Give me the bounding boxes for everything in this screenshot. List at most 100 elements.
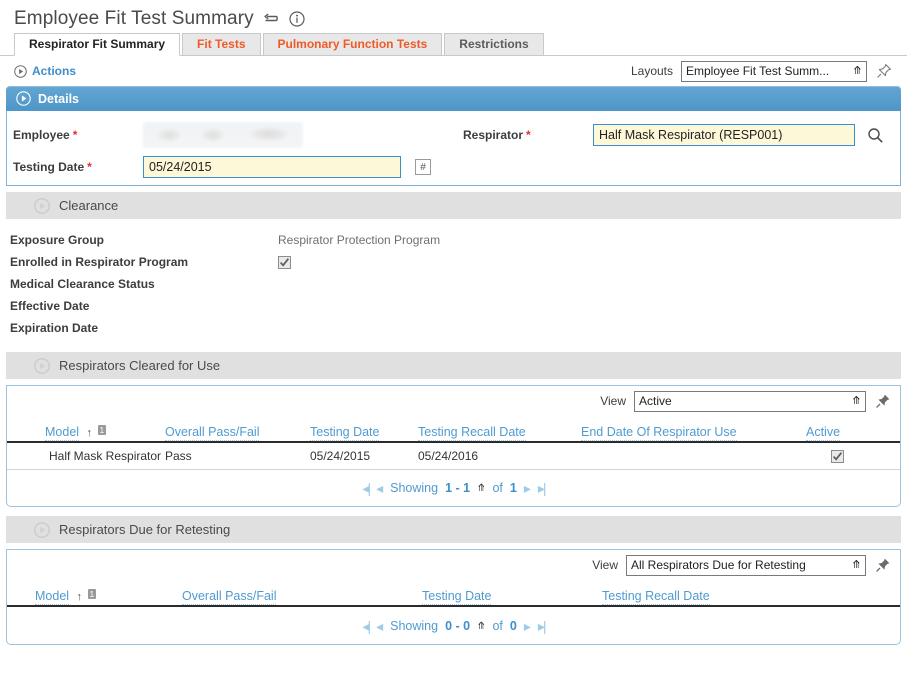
- search-icon[interactable]: [867, 127, 884, 144]
- expand-toggle-icon[interactable]: [16, 91, 31, 106]
- retesting-grid-pager: ◂| ◂ Showing 0 - 0 ⤊ of 0 ▸ ▸|: [7, 608, 900, 644]
- previous-page-button[interactable]: ◂: [376, 481, 383, 495]
- cleared-section-header[interactable]: Respirators Cleared for Use: [6, 352, 901, 379]
- actions-toolbar: Actions Layouts Employee Fit Test Summ..…: [0, 56, 907, 84]
- pin-filled-icon[interactable]: [874, 392, 892, 410]
- cleared-view-select[interactable]: Active ⤊: [634, 391, 866, 412]
- details-section-body: Employee* Respirator* Half Mask Respirat…: [6, 111, 901, 186]
- employee-value-redacted[interactable]: [143, 122, 303, 148]
- page-title: Employee Fit Test Summary: [14, 8, 254, 30]
- expand-toggle-icon[interactable]: [34, 358, 50, 374]
- sort-order-badge: 1: [98, 425, 107, 435]
- column-header-end-date-of-respirator-use[interactable]: End Date Of Respirator Use: [581, 425, 806, 441]
- layouts-select-value: Employee Fit Test Summ...: [686, 64, 847, 78]
- details-section-title: Details: [38, 92, 79, 106]
- cleared-grid-pager: ◂| ◂ Showing 1 - 1 ⤊ of 1 ▸ ▸|: [7, 470, 900, 506]
- chevron-down-icon: ⤊: [853, 66, 862, 77]
- chevron-down-icon[interactable]: ⤊: [477, 621, 485, 632]
- layouts-controls: Layouts Employee Fit Test Summ... ⤊: [631, 61, 893, 82]
- details-row-1: Employee* Respirator* Half Mask Respirat…: [7, 121, 900, 149]
- chevron-down-icon: ⤊: [852, 396, 861, 407]
- expiration-date-label: Expiration Date: [10, 321, 278, 335]
- retesting-grid-toolbar: View All Respirators Due for Retesting ⤊: [7, 550, 900, 580]
- next-page-button[interactable]: ▸: [524, 481, 531, 495]
- layouts-select[interactable]: Employee Fit Test Summ... ⤊: [681, 61, 867, 82]
- cleared-view-select-value: Active: [639, 394, 846, 408]
- retesting-view-select-value: All Respirators Due for Retesting: [631, 558, 846, 572]
- chevron-down-icon: ⤊: [852, 560, 861, 571]
- testing-date-input[interactable]: 05/24/2015: [143, 156, 401, 178]
- effective-date-label: Effective Date: [10, 299, 278, 313]
- retesting-view-select[interactable]: All Respirators Due for Retesting ⤊: [626, 555, 866, 576]
- enrolled-checkbox[interactable]: [278, 256, 291, 269]
- retesting-grid-panel: View All Respirators Due for Retesting ⤊…: [6, 549, 901, 645]
- page-root: Employee Fit Test Summary Respirator Fit…: [0, 0, 907, 679]
- respirator-label: Respirator*: [463, 128, 593, 142]
- testing-date-label: Testing Date*: [13, 160, 143, 174]
- next-page-button[interactable]: ▸: [524, 619, 531, 633]
- tab-respirator-fit-summary[interactable]: Respirator Fit Summary: [14, 33, 180, 56]
- info-circle-icon[interactable]: [288, 10, 306, 28]
- cell-testing-recall-date: 05/24/2016: [418, 449, 581, 463]
- last-page-button[interactable]: ▸|: [538, 481, 545, 495]
- clearance-row-effective-date: Effective Date: [10, 295, 907, 317]
- sort-order-badge: 1: [88, 589, 97, 599]
- tab-restrictions[interactable]: Restrictions: [444, 33, 543, 56]
- play-circle-icon: [14, 65, 27, 78]
- column-header-testing-recall-date[interactable]: Testing Recall Date: [602, 589, 802, 605]
- actions-menu-button[interactable]: Actions: [14, 64, 76, 78]
- retesting-view-label: View: [592, 558, 618, 572]
- first-page-button[interactable]: ◂|: [362, 481, 369, 495]
- pager-showing-label: Showing: [390, 481, 438, 495]
- cleared-view-label: View: [600, 394, 626, 408]
- expand-toggle-icon[interactable]: [34, 198, 50, 214]
- last-page-button[interactable]: ▸|: [538, 619, 545, 633]
- employee-label: Employee*: [13, 128, 143, 142]
- tab-pulmonary-function-tests[interactable]: Pulmonary Function Tests: [263, 33, 443, 56]
- sort-asc-icon: ↑: [77, 591, 83, 603]
- cleared-section-title: Respirators Cleared for Use: [59, 358, 220, 373]
- pager-showing-label: Showing: [390, 619, 438, 633]
- pin-outline-icon[interactable]: [875, 62, 893, 80]
- clearance-section-title: Clearance: [59, 198, 118, 213]
- clearance-fields: Exposure Group Respirator Protection Pro…: [0, 219, 907, 343]
- first-page-button[interactable]: ◂|: [362, 619, 369, 633]
- retesting-section-header[interactable]: Respirators Due for Retesting: [6, 516, 901, 543]
- row-active-checkbox[interactable]: [831, 450, 844, 463]
- column-header-testing-date[interactable]: Testing Date: [310, 425, 418, 441]
- actions-label: Actions: [32, 64, 76, 78]
- pin-filled-icon[interactable]: [874, 556, 892, 574]
- pager-range: 0 - 0: [445, 619, 470, 633]
- tab-fit-tests[interactable]: Fit Tests: [182, 33, 260, 56]
- cell-overall-pass-fail: Pass: [165, 449, 310, 463]
- previous-page-button[interactable]: ◂: [376, 619, 383, 633]
- respirator-input[interactable]: Half Mask Respirator (RESP001): [593, 124, 855, 146]
- column-header-testing-recall-date[interactable]: Testing Recall Date: [418, 425, 581, 441]
- table-row[interactable]: Half Mask Respirator Pass 05/24/2015 05/…: [7, 443, 900, 470]
- cleared-grid-header: Model ↑ 1 Overall Pass/Fail Testing Date…: [7, 416, 900, 443]
- column-header-model[interactable]: Model ↑ 1: [7, 589, 182, 605]
- column-header-model[interactable]: Model ↑ 1: [7, 425, 165, 441]
- cell-testing-date: 05/24/2015: [310, 449, 418, 463]
- page-header: Employee Fit Test Summary: [0, 0, 907, 34]
- medical-clearance-status-label: Medical Clearance Status: [10, 277, 278, 291]
- return-arrow-icon[interactable]: [262, 10, 280, 28]
- exposure-group-label: Exposure Group: [10, 233, 278, 247]
- details-section-header[interactable]: Details: [6, 86, 901, 111]
- cleared-grid-panel: View Active ⤊ Model ↑ 1 Overall Pass/Fai…: [6, 385, 901, 507]
- chevron-down-icon[interactable]: ⤊: [477, 483, 485, 494]
- column-header-overall-pass-fail[interactable]: Overall Pass/Fail: [182, 589, 422, 605]
- clearance-section-header[interactable]: Clearance: [6, 192, 901, 219]
- clearance-row-enrolled: Enrolled in Respirator Program: [10, 251, 907, 273]
- expand-toggle-icon[interactable]: [34, 522, 50, 538]
- pager-total: 1: [510, 481, 517, 495]
- pager-of-label: of: [492, 619, 502, 633]
- calendar-icon[interactable]: #: [415, 159, 431, 175]
- pager-range: 1 - 1: [445, 481, 470, 495]
- tab-bar: Respirator Fit Summary Fit Tests Pulmona…: [0, 34, 907, 56]
- column-header-active[interactable]: Active: [806, 425, 868, 441]
- details-row-2: Testing Date* 05/24/2015 #: [7, 153, 900, 181]
- column-header-testing-date[interactable]: Testing Date: [422, 589, 602, 605]
- column-header-overall-pass-fail[interactable]: Overall Pass/Fail: [165, 425, 310, 441]
- retesting-grid-header: Model ↑ 1 Overall Pass/Fail Testing Date…: [7, 580, 900, 607]
